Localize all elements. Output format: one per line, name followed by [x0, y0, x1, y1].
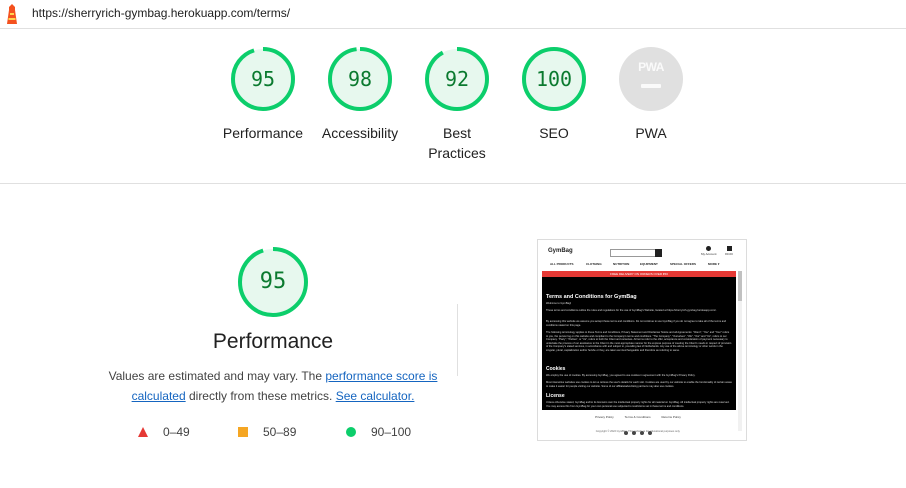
site-footer-link: Terms & Conditions [624, 415, 651, 419]
legend-range: 90–100 [371, 425, 412, 439]
user-icon [705, 246, 711, 251]
legend-range: 0–49 [163, 425, 190, 439]
desc-middle: directly from these metrics. [185, 389, 336, 403]
legend-range: 50–89 [263, 425, 297, 439]
site-search-icon [655, 249, 662, 257]
section-divider [0, 183, 906, 184]
square-icon [238, 427, 248, 437]
terms-paragraph: These terms and conditions outline the r… [546, 309, 717, 312]
site-nav-item: EQUIPMENT [640, 262, 658, 266]
terms-paragraph: Unless otherwise stated, GymBag and/or i… [546, 401, 730, 408]
site-nav-item: ALL PRODUCTS [550, 262, 574, 266]
site-nav-item: MORE ▾ [708, 262, 720, 266]
gauge-seo[interactable]: 100 SEO [506, 46, 602, 143]
performance-score-value: 95 [259, 269, 287, 294]
gauge-accessibility[interactable]: 98 Accessibility [312, 46, 408, 143]
gauge-pwa[interactable]: PWA PWA [603, 46, 699, 143]
terms-welcome: Welcome to GymBag! [546, 302, 572, 305]
score-value: 100 [535, 67, 573, 91]
category-score-row: 95 Performance 98 Accessibility 92 Best … [0, 46, 906, 171]
terms-subheading: Cookies [546, 366, 566, 372]
site-social-icons [622, 422, 662, 435]
performance-description: Values are estimated and may vary. The p… [106, 366, 440, 406]
site-footer-link: Returns Policy [661, 415, 681, 419]
gauge-label: Performance [222, 125, 304, 141]
site-search-input [610, 249, 656, 257]
score-ring: 98 [327, 46, 393, 112]
gauge-label: Accessibility [321, 125, 399, 141]
gauge-best-practices[interactable]: 92 Best Practices [409, 46, 505, 163]
see-calculator-link[interactable]: See calculator. [336, 389, 415, 403]
site-brand: GymBag [548, 248, 573, 254]
pwa-badge: PWA [619, 47, 683, 111]
site-scrollbar-thumb [738, 271, 742, 301]
terms-paragraph: Most interactive websites use cookies to… [546, 381, 732, 388]
score-ring: 100 [521, 46, 587, 112]
score-ring: 92 [424, 46, 490, 112]
performance-gauge-large: 95 [237, 246, 309, 318]
pwa-dash-icon [641, 84, 661, 88]
site-bag-total: €0.00 [725, 252, 733, 256]
site-nav: ALL PRODUCTS CLOTHING NUTRITION EQUIPMEN… [538, 262, 738, 270]
vertical-divider [457, 304, 458, 376]
site-nav-item: SPECIAL OFFERS [670, 262, 696, 266]
circle-icon [346, 427, 356, 437]
desc-prefix: Values are estimated and may vary. The [108, 369, 326, 383]
triangle-icon [138, 427, 148, 437]
score-ring: 95 [230, 46, 296, 112]
gauge-label: SEO [539, 125, 569, 141]
gauge-performance[interactable]: 95 Performance [215, 46, 311, 143]
gauge-label: Best Practices [428, 125, 486, 161]
terms-paragraph: The following terminology applies to the… [546, 331, 732, 352]
site-account-label: My Account [701, 252, 717, 256]
site-copyright: Copyright © 2022 GymBag. This website is… [595, 430, 681, 433]
gauge-label: PWA [635, 125, 667, 141]
site-account: My Account [701, 246, 717, 256]
performance-title: Performance [212, 330, 334, 353]
page-url[interactable]: https://sherryrich-gymbag.herokuapp.com/… [32, 6, 290, 20]
site-nav-item: CLOTHING [586, 262, 602, 266]
terms-heading: Terms and Conditions for GymBag [546, 294, 637, 300]
terms-paragraph: By accessing this website we assume you … [546, 320, 727, 327]
terms-paragraph: We employ the use of cookies. By accessi… [546, 374, 696, 377]
site-footer-links: Privacy Policy Terms & Conditions Return… [538, 415, 738, 419]
terms-subheading: License [546, 393, 565, 399]
site-scrollbar [738, 271, 742, 431]
site-terms-content: Terms and Conditions for GymBag Welcome … [542, 277, 736, 410]
score-value: 98 [347, 67, 373, 91]
site-nav-item: NUTRITION [613, 262, 630, 266]
final-screenshot-thumbnail[interactable]: GymBag My Account €0.00 ALL PRODUCTS CLO… [537, 239, 747, 441]
score-value: 95 [250, 67, 276, 91]
pwa-badge-text: PWA [638, 60, 664, 74]
site-bag: €0.00 [722, 246, 736, 256]
lighthouse-icon [7, 4, 17, 24]
score-value: 92 [444, 67, 470, 91]
site-footer-link: Privacy Policy [595, 415, 614, 419]
browser-address-bar: https://sherryrich-gymbag.herokuapp.com/… [0, 0, 906, 29]
bag-icon [726, 246, 732, 251]
